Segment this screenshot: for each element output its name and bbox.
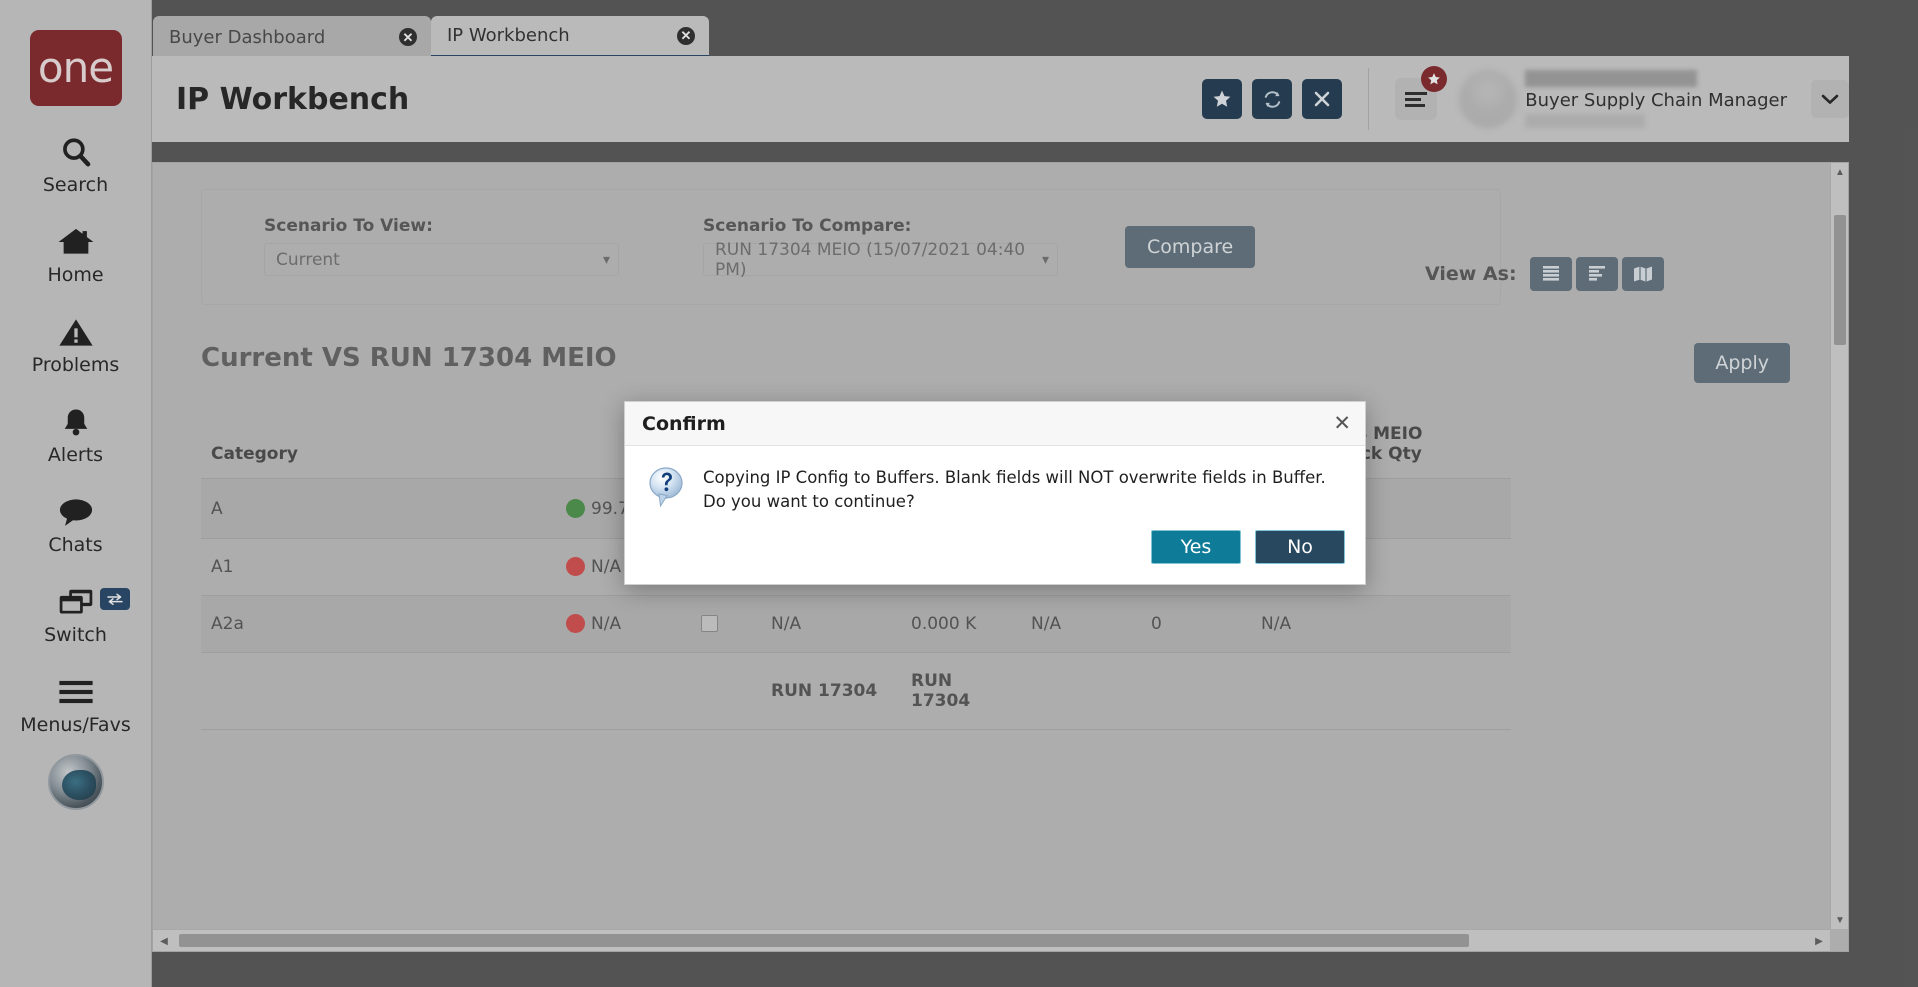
question-bubble-icon (647, 466, 687, 508)
close-icon[interactable]: ✕ (1333, 413, 1351, 434)
dialog-footer: Yes No (625, 520, 1365, 584)
no-button[interactable]: No (1255, 529, 1345, 564)
app-root: one Search Home Problems Alerts Chats Sw… (0, 0, 1918, 987)
dialog-message: Copying IP Config to Buffers. Blank fiel… (703, 468, 1326, 511)
dialog-title: Confirm (642, 412, 726, 435)
confirm-dialog: Confirm ✕ Copying IP Config to Buffers. … (624, 401, 1366, 585)
dialog-body: Copying IP Config to Buffers. Blank fiel… (625, 446, 1365, 520)
yes-button[interactable]: Yes (1151, 529, 1241, 564)
dialog-header: Confirm ✕ (625, 402, 1365, 446)
